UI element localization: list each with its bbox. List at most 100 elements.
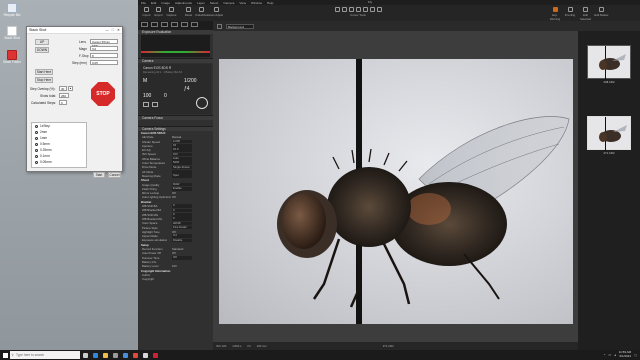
taskbar-app[interactable] bbox=[100, 350, 110, 360]
tool-tab[interactable] bbox=[161, 22, 168, 27]
ev-readout[interactable]: 0 bbox=[164, 93, 167, 99]
iso-readout[interactable]: 100 bbox=[143, 93, 151, 99]
menu-camera[interactable]: Camera bbox=[223, 1, 234, 5]
tool-tab[interactable] bbox=[141, 22, 148, 27]
taskbar-app[interactable] bbox=[110, 350, 120, 360]
step-input[interactable]: 0.05 bbox=[90, 60, 118, 65]
desktop-icon-recycle-bin[interactable]: Recycle Bin bbox=[2, 3, 22, 18]
live-view-icon[interactable] bbox=[143, 102, 149, 107]
down-button[interactable]: DOWN bbox=[35, 47, 49, 53]
camera-settings-icon[interactable] bbox=[152, 102, 158, 107]
network-icon[interactable]: ▭ bbox=[608, 353, 611, 357]
proofing-button[interactable]: Proofing bbox=[563, 7, 577, 17]
zoom-tool-icon[interactable] bbox=[341, 7, 347, 12]
shutter-speed-readout[interactable]: 1/200 bbox=[184, 78, 197, 84]
menu-image[interactable]: Image bbox=[161, 1, 170, 5]
proofing-icon bbox=[567, 7, 573, 12]
cancel-button[interactable]: Cancel bbox=[108, 172, 121, 178]
mag-select[interactable]: 3.0 bbox=[90, 46, 118, 51]
capture-button[interactable]: Capture bbox=[165, 7, 178, 17]
edit-master-button[interactable]: Edit Master bbox=[594, 7, 609, 17]
desktop-icon-label: Stack Folder bbox=[3, 60, 21, 64]
taskbar-app[interactable] bbox=[90, 350, 100, 360]
desktop-icon-stack-shot[interactable]: Stack Shot bbox=[2, 26, 22, 41]
brush-tool-icon[interactable] bbox=[369, 7, 375, 12]
stop-button[interactable]: STOP bbox=[91, 82, 115, 106]
shots-input[interactable]: 260 bbox=[59, 93, 69, 98]
dialog-titlebar[interactable]: Stack Shot — □ ✕ bbox=[27, 27, 122, 34]
status-focal-length: 100 mm bbox=[256, 344, 267, 348]
crop-tool-icon[interactable] bbox=[348, 7, 354, 12]
tool-tab[interactable] bbox=[171, 22, 178, 27]
menu-help[interactable]: Help bbox=[267, 1, 273, 5]
menu-file[interactable]: File bbox=[141, 1, 146, 5]
settings-dropdown[interactable]: 0 bbox=[172, 208, 192, 213]
auto-adjust-button[interactable]: Auto Adjust bbox=[208, 7, 224, 17]
radio-option[interactable]: 0.05mm bbox=[32, 159, 86, 165]
aperture-readout[interactable]: ƒ4 bbox=[184, 86, 190, 92]
tool-tab[interactable] bbox=[181, 22, 188, 27]
windows-logo-icon bbox=[2, 352, 8, 358]
desktop-icon-stack-folder[interactable]: Stack Folder bbox=[2, 50, 22, 65]
capture-shutter-button[interactable] bbox=[196, 97, 208, 109]
thumbnail[interactable] bbox=[587, 45, 631, 80]
menu-view[interactable]: View bbox=[239, 1, 246, 5]
maximize-button[interactable]: □ bbox=[112, 28, 114, 32]
clock[interactable]: 11:59 AM 6/1/2021 bbox=[619, 351, 631, 358]
background-dropdown[interactable]: Background bbox=[226, 23, 254, 29]
panel-header-camera[interactable]: Camera bbox=[138, 58, 213, 63]
undo-redo-button[interactable]: Undo/Redo bbox=[195, 7, 209, 17]
settings-key: Copyright bbox=[142, 277, 154, 282]
lens-select[interactable]: Canon 65mm MPE bbox=[90, 39, 118, 48]
taskbar-app[interactable] bbox=[150, 350, 160, 360]
thumbnail-image bbox=[599, 46, 626, 80]
taskbar-search[interactable]: ⚲ Type here to search bbox=[10, 351, 80, 359]
camera-model: Canon EOS 5DS R bbox=[143, 66, 172, 70]
picker-tool-icon[interactable] bbox=[376, 7, 382, 12]
start-button[interactable]: Start bbox=[93, 172, 105, 178]
taskbar-apps bbox=[80, 350, 160, 360]
search-placeholder: Type here to search bbox=[16, 353, 45, 357]
menu-window[interactable]: Window bbox=[251, 1, 262, 5]
viewer-options-icon[interactable] bbox=[217, 23, 222, 29]
tool-tab[interactable] bbox=[191, 22, 198, 27]
start-here-button[interactable]: Start Here bbox=[35, 69, 53, 75]
settings-dropdown[interactable]: Spot bbox=[172, 174, 192, 178]
fstop-select[interactable]: 8 bbox=[90, 53, 118, 58]
reset-button[interactable]: Reset bbox=[182, 7, 195, 17]
fstop-label: F-Stop bbox=[79, 54, 89, 58]
settings-dropdown[interactable]: Single-Frame bbox=[172, 165, 192, 170]
tool-tab[interactable] bbox=[151, 22, 158, 27]
panel-header-exposure[interactable]: Exposure Evaluation bbox=[138, 29, 213, 34]
keystone-tool-icon[interactable] bbox=[362, 7, 368, 12]
volume-icon[interactable]: ◂ bbox=[614, 353, 616, 357]
settings-dropdown[interactable]: 0 bbox=[172, 212, 192, 217]
settings-row[interactable]: Copyright bbox=[138, 277, 213, 281]
menu-select[interactable]: Select bbox=[210, 1, 219, 5]
start-button[interactable] bbox=[0, 350, 10, 360]
export-button[interactable]: Export bbox=[152, 7, 165, 17]
exp-warning-button[interactable]: Exp. Warning bbox=[548, 7, 562, 21]
menu-adjustments[interactable]: Adjustments bbox=[175, 1, 192, 5]
taskbar-app[interactable] bbox=[140, 350, 150, 360]
menu-layer[interactable]: Layer bbox=[197, 1, 205, 5]
overlap-stepper[interactable]: ▲ bbox=[68, 86, 73, 91]
minimize-button[interactable]: — bbox=[105, 28, 109, 32]
pan-tool-icon[interactable] bbox=[334, 7, 340, 12]
overlap-input[interactable]: 30 bbox=[59, 86, 67, 91]
close-button[interactable]: ✕ bbox=[117, 28, 120, 32]
notifications-icon[interactable]: ▢ bbox=[634, 353, 637, 357]
taskbar-app[interactable] bbox=[80, 350, 90, 360]
edit-selected-button[interactable]: Edit Selected bbox=[578, 7, 593, 21]
rotate-tool-icon[interactable] bbox=[355, 7, 361, 12]
taskbar-app[interactable] bbox=[130, 350, 140, 360]
thumbnail-selected[interactable] bbox=[587, 116, 631, 151]
settings-dropdown[interactable]: Disable bbox=[172, 238, 192, 243]
menu-edit[interactable]: Edit bbox=[151, 1, 156, 5]
settings-dropdown[interactable]: 0 bbox=[172, 204, 192, 208]
chevron-up-icon[interactable]: ^ bbox=[604, 353, 605, 357]
up-button[interactable]: UP bbox=[35, 39, 49, 45]
stop-here-button[interactable]: Stop Here bbox=[35, 77, 53, 83]
taskbar-app[interactable] bbox=[120, 350, 130, 360]
fly-photo[interactable] bbox=[219, 59, 573, 324]
